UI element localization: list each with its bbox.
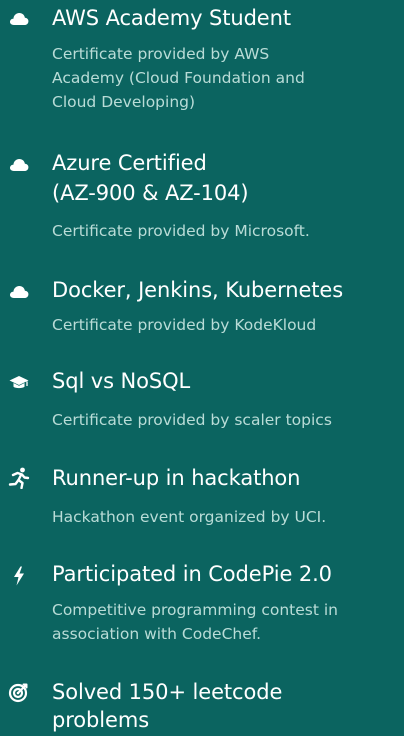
achievement-description: Certificate provided by KodeKloud	[52, 316, 317, 334]
achievement-description: Certificate provided by scaler topics	[52, 411, 332, 429]
lightning-bolt-icon	[8, 565, 30, 587]
achievement-description-line: Competitive programming contest in	[52, 601, 338, 619]
achievement-title: AWS Academy Student	[52, 6, 291, 30]
target-icon	[8, 681, 30, 703]
achievement-title-line: Solved 150+ leetcode	[52, 680, 283, 704]
achievement-title-line: (AZ-900 & AZ-104)	[52, 181, 249, 205]
running-person-icon	[8, 467, 30, 489]
achievement-description-line: Academy (Cloud Foundation and	[52, 69, 305, 87]
cloud-icon	[8, 154, 30, 176]
achievement-description-line: Cloud Developing)	[52, 93, 196, 111]
achievement-title-line: Azure Certified	[52, 151, 207, 175]
achievement-description-line: association with CodeChef.	[52, 625, 262, 643]
achievement-description-line: Certificate provided by AWS	[52, 45, 270, 63]
achievement-title-line: problems	[52, 708, 150, 732]
graduation-cap-icon	[8, 372, 30, 394]
cloud-icon	[8, 8, 30, 30]
achievement-title: Participated in CodePie 2.0	[52, 562, 332, 586]
achievement-title: Sql vs NoSQL	[52, 369, 191, 393]
achievement-title: Docker, Jenkins, Kubernetes	[52, 278, 344, 302]
cloud-icon	[8, 281, 30, 303]
achievement-title: Runner-up in hackathon	[52, 466, 301, 490]
achievement-description: Certificate provided by Microsoft.	[52, 222, 310, 240]
achievement-description: Hackathon event organized by UCI.	[52, 508, 327, 526]
